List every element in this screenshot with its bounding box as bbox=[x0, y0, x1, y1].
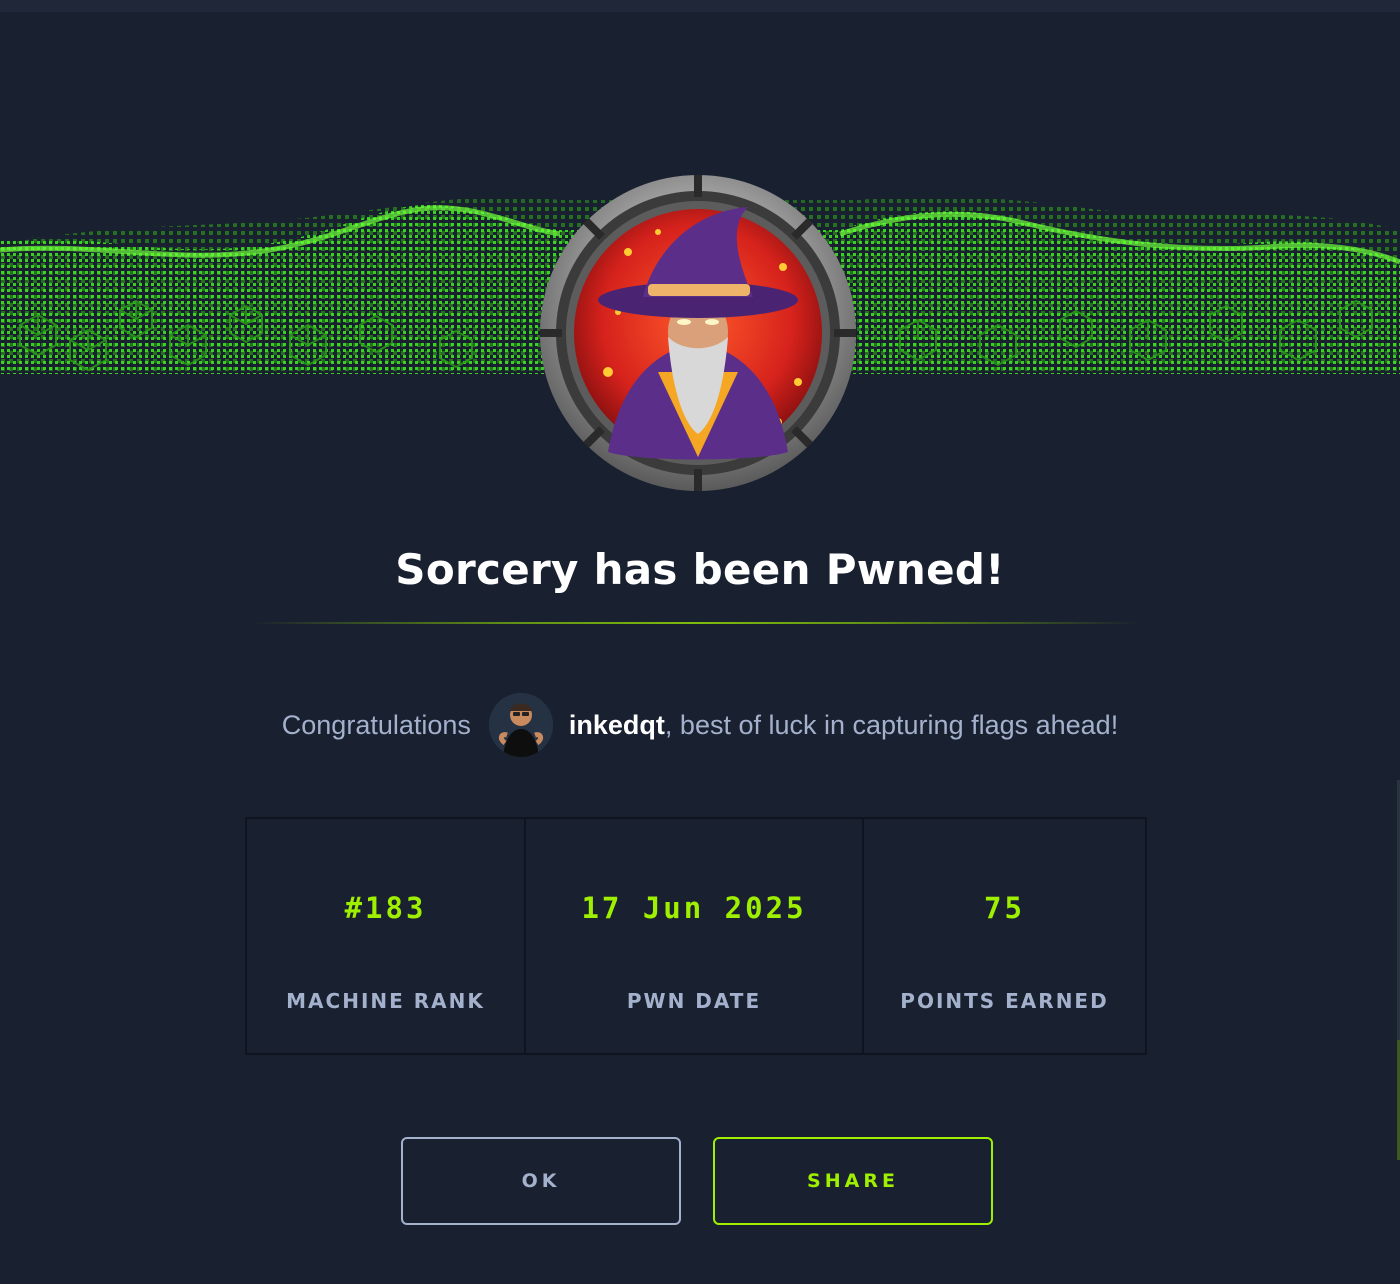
share-button[interactable]: SHARE bbox=[713, 1137, 993, 1225]
username[interactable]: inkedqt bbox=[569, 710, 665, 741]
ok-button[interactable]: OK bbox=[401, 1137, 681, 1225]
stat-label: POINTS EARNED bbox=[900, 989, 1109, 1013]
stat-pwn-date: 17 Jun 2025 PWN DATE bbox=[526, 819, 864, 1053]
stat-machine-rank: #183 MACHINE RANK bbox=[247, 819, 526, 1053]
pwned-modal: Sorcery has been Pwned! Congratulations … bbox=[0, 0, 1400, 1284]
stat-label: MACHINE RANK bbox=[286, 989, 485, 1013]
stat-value: 75 bbox=[984, 891, 1025, 925]
congrats-suffix: , best of luck in capturing flags ahead! bbox=[664, 709, 1119, 740]
stat-value: #183 bbox=[344, 891, 427, 925]
title-divider bbox=[250, 622, 1140, 624]
stats-table: #183 MACHINE RANK 17 Jun 2025 PWN DATE 7… bbox=[245, 817, 1147, 1055]
modal-top-strip bbox=[0, 0, 1400, 12]
stat-value: 17 Jun 2025 bbox=[581, 891, 807, 925]
congrats-prefix: Congratulations bbox=[281, 709, 471, 740]
stat-label: PWN DATE bbox=[626, 989, 762, 1013]
congrats-message: Congratulations inkedqt , best of luck i… bbox=[0, 690, 1400, 760]
page-title: Sorcery has been Pwned! bbox=[395, 545, 1005, 594]
user-avatar[interactable] bbox=[488, 693, 553, 757]
stat-points-earned: 75 POINTS EARNED bbox=[864, 819, 1145, 1053]
machine-badge-icon bbox=[538, 172, 858, 494]
